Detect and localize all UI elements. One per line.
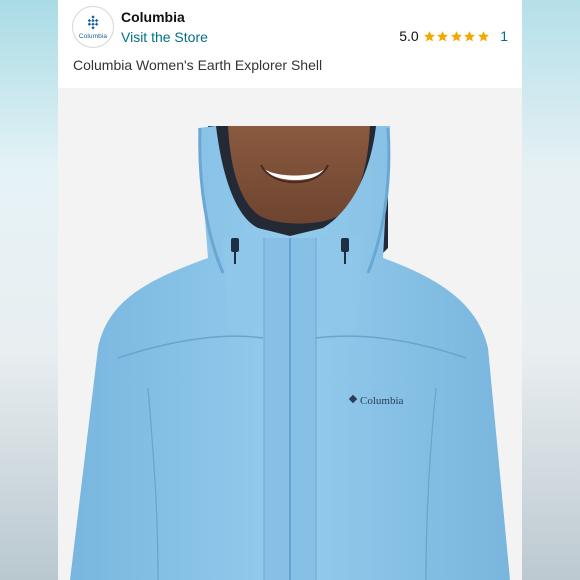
product-title: Columbia Women's Earth Explorer Shell xyxy=(73,57,323,73)
columbia-diamond-icon xyxy=(87,14,99,29)
store-logo[interactable]: Columbia xyxy=(72,6,114,48)
visit-store-link[interactable]: Visit the Store xyxy=(121,29,208,45)
star-icon xyxy=(464,30,476,41)
star-rating xyxy=(423,30,491,43)
product-card: Columbia Columbia Visit the Store 5.0 1 … xyxy=(58,0,522,580)
star-icon xyxy=(477,30,489,41)
left-background-edge xyxy=(0,0,58,580)
rating-count-link[interactable]: 1 xyxy=(500,28,508,44)
star-icon xyxy=(437,30,449,41)
product-header: Columbia Columbia Visit the Store 5.0 1 … xyxy=(58,0,522,88)
rating-score: 5.0 xyxy=(399,28,419,44)
jacket-photo: Columbia xyxy=(58,88,522,580)
product-image[interactable]: Columbia xyxy=(58,88,522,580)
rating-summary[interactable]: 5.0 1 xyxy=(399,28,508,44)
chest-logo-text: Columbia xyxy=(360,395,404,407)
brand-name: Columbia xyxy=(121,9,185,25)
star-icon xyxy=(423,30,435,41)
logo-text: Columbia xyxy=(78,32,108,40)
star-icon xyxy=(450,30,462,41)
right-background-edge xyxy=(522,0,580,580)
